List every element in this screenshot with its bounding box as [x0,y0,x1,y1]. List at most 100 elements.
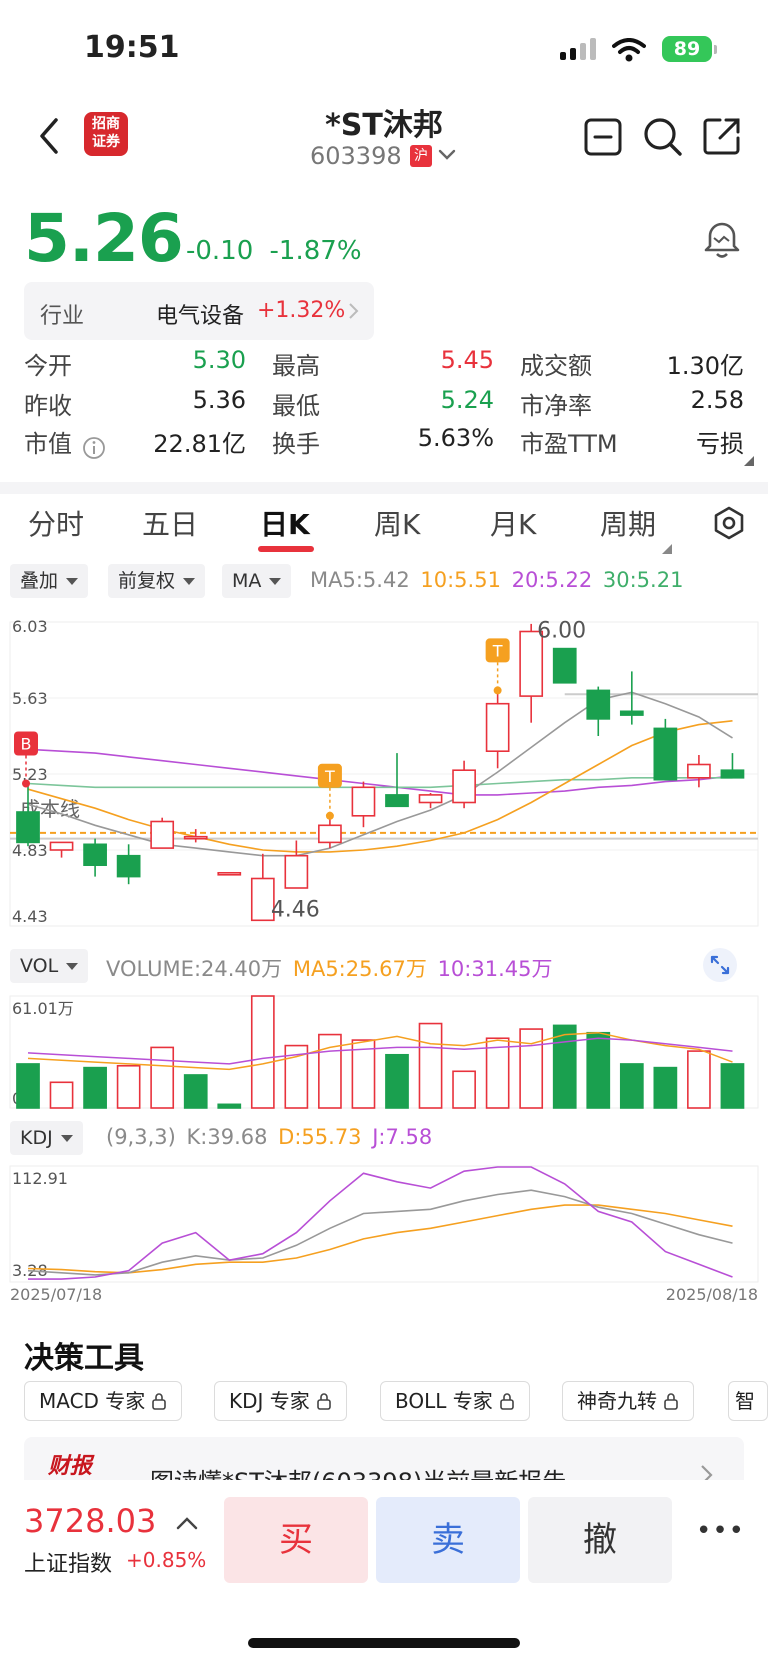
kdj-k-line [27,1189,733,1276]
volume-bar [687,1050,711,1109]
stat-value: 5.24 [440,386,494,414]
volume-chart[interactable]: 61.01万0 [0,990,768,1114]
tool-label: KDJ 专家 [229,1389,310,1413]
candle-body [284,854,309,889]
kdj-j-line [28,1166,733,1280]
indicator-label: MA [232,570,262,592]
x-tick-label: 2025/08/18 [666,1285,758,1302]
stat-label: 今开 [24,352,72,380]
stat-label: 最高 [272,352,320,380]
buy-button[interactable]: 买 [224,1497,368,1583]
indicator-dropdown[interactable]: MA [222,564,292,598]
alert-bell-icon[interactable] [702,218,742,260]
expand-corner-icon[interactable] [744,456,754,466]
share-icon[interactable] [702,116,742,156]
minus-box-icon[interactable] [584,118,622,156]
industry-label: 行业 [40,304,85,329]
stat-value: 5.30 [192,346,246,374]
marker-dot [325,811,334,820]
adjust-dropdown[interactable]: 前复权 [108,564,206,598]
candle-body [351,786,376,817]
candle-body [385,794,409,808]
overlay-dropdown[interactable]: 叠加 [10,564,89,598]
candlestick-chart[interactable]: 6.035.635.234.834.43成本线6.004.46BTT [0,610,768,940]
volume-bar [586,1031,611,1109]
tab-3[interactable]: 周K [374,503,420,543]
vol-dropdown[interactable]: VOL [10,949,89,983]
volume-bar [183,1074,208,1109]
candle-body [619,710,644,716]
lock-icon [152,1393,167,1410]
chevron-right-icon [349,303,359,319]
kdj-d-line [27,1204,733,1274]
marker-label: B [21,735,32,754]
search-icon[interactable] [642,116,684,158]
stat-value: 1.30亿 [666,352,744,380]
chevron-up-icon[interactable] [176,1516,198,1530]
chevron-down-icon[interactable] [438,148,456,162]
vol-ma5-legend: MA5:25.67万 [292,957,427,981]
candle-body [183,835,208,840]
volume-bar [116,1064,141,1109]
y-tick-label: 6.03 [12,617,48,636]
lock-icon [316,1393,331,1410]
sell-button[interactable]: 卖 [376,1497,520,1583]
more-icon[interactable]: ••• [696,1516,745,1546]
tool-button-1[interactable]: KDJ 专家 [214,1381,347,1421]
candle-body [418,794,443,804]
kdj-chart[interactable]: 112.913.282025/07/18 2025/08/18 [0,1162,768,1302]
kdj-d-legend: D:55.73 [278,1125,362,1149]
caret-down-icon [66,963,79,970]
marker-dot [493,686,502,695]
stock-code[interactable]: 603398 [310,142,402,170]
tool-button-0[interactable]: MACD 专家 [24,1381,183,1421]
tab-4[interactable]: 月K [490,503,536,543]
caret-down-icon [66,578,79,585]
volume-bar [150,1046,175,1109]
tab-5[interactable]: 周期 [600,503,656,543]
candle-body [49,841,74,851]
settings-icon[interactable] [712,506,746,540]
vol-ma10-legend: 10:31.45万 [437,957,553,981]
ma30-legend: 30:5.21 [602,568,684,592]
candle-body [653,727,678,781]
market-badge: 沪 [410,145,432,167]
cancel-button[interactable]: 撤 [528,1497,672,1583]
fullscreen-icon[interactable] [702,947,738,983]
candle-body [687,763,711,779]
kdj-params: (9,3,3) [106,1125,176,1149]
info-icon[interactable] [82,436,106,460]
kdj-indicator-label: KDJ [20,1127,53,1149]
tool-button-2[interactable]: BOLL 专家 [380,1381,530,1421]
y-tick-label: 5.23 [12,765,48,784]
volume-bar [720,1063,745,1109]
lock-icon [664,1393,678,1410]
tab-2[interactable]: 日K [260,503,310,543]
stat-value: 5.36 [192,386,246,414]
stat-label: 昨收 [24,392,72,420]
kdj-legend: (9,3,3) K:39.68 D:55.73 J:7.58 [106,1125,432,1149]
candle-body [16,811,40,844]
industry-change: +1.32% [257,298,346,323]
y-tick-label: 61.01万 [12,999,74,1018]
volume-legend: VOLUME:24.40万 [106,957,283,981]
tool-button-3[interactable]: 神奇九转 [562,1381,694,1421]
stat-value: 5.45 [440,346,494,374]
chart-frame [9,1165,759,1283]
price-change-value: -0.10 [186,236,254,266]
volume-bar [83,1066,107,1109]
ma20-legend: 20:5.22 [511,568,593,592]
index-value[interactable]: 3728.03 [24,1502,156,1540]
tool-button-4[interactable]: 智 [728,1381,768,1421]
caret-down-icon [269,578,282,585]
stat-label: 市净率 [520,392,592,420]
kdj-k-legend: K:39.68 [186,1125,268,1149]
vol-legend: VOLUME:24.40万 MA5:25.67万 10:31.45万 [106,953,552,983]
tab-1[interactable]: 五日 [142,503,198,543]
section-divider [0,482,768,494]
low-price-label: 4.46 [271,897,320,922]
tab-0[interactable]: 分时 [28,503,84,543]
volume-bar [418,1022,443,1109]
stat-value: 22.81亿 [153,430,246,458]
kdj-dropdown[interactable]: KDJ [10,1121,83,1155]
